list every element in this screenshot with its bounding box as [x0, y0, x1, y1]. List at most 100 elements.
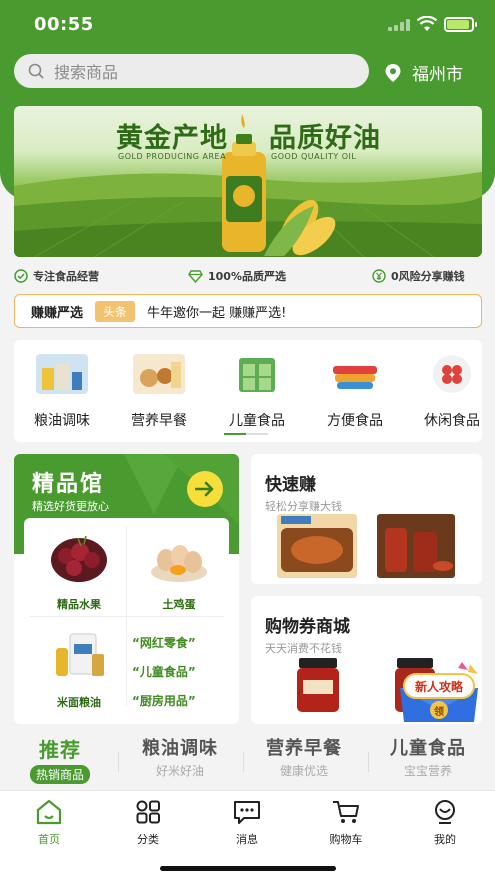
nav-home[interactable]: 首页 — [14, 799, 84, 847]
feature-item: 专注食品经营 — [14, 268, 99, 284]
battery-icon — [444, 17, 477, 32]
status-bar: 00:55 — [0, 0, 495, 50]
tab-recommend[interactable]: 推荐 热销商品 — [20, 734, 100, 784]
banner-field-image — [14, 114, 482, 257]
nav-label: 消息 — [236, 833, 258, 846]
tab-separator — [118, 752, 119, 772]
yen-circle-icon — [372, 269, 386, 283]
premium-title: 精品馆 — [32, 472, 105, 497]
tab-kids-food[interactable]: 儿童食品 宝宝营养 — [378, 734, 478, 779]
category-grid-icon — [136, 800, 160, 824]
premium-item-label: 精品水果 — [57, 598, 101, 611]
check-circle-icon — [14, 269, 28, 283]
nav-label: 购物车 — [329, 833, 363, 846]
tab-title: 推荐 — [39, 738, 81, 762]
diamond-icon — [188, 269, 203, 283]
quick-earn-card[interactable]: 快速赚 轻松分享赚大钱 — [251, 454, 482, 584]
product-image — [297, 658, 339, 712]
tab-title: 营养早餐 — [266, 738, 342, 759]
premium-item[interactable]: 米面粮油 — [28, 624, 130, 722]
tab-separator — [368, 752, 369, 772]
banner-title-right: 品质好油 — [269, 123, 381, 154]
tab-breakfast[interactable]: 营养早餐 健康优选 — [254, 734, 354, 779]
home-icon — [36, 799, 62, 825]
premium-item-label: 土鸡蛋 — [162, 598, 196, 611]
tab-subtitle: 好米好油 — [155, 764, 204, 778]
tab-grain-oil[interactable]: 粮油调味 好米好油 — [130, 734, 230, 779]
premium-quote[interactable]: “网红零食” — [132, 634, 232, 651]
coupon-mall-subtitle: 天天消费不花钱 — [265, 642, 342, 655]
category-item[interactable]: 方便食品 — [311, 354, 399, 430]
egg-image — [151, 545, 207, 582]
feature-item: 0风险分享赚钱 — [372, 268, 465, 284]
search-placeholder: 搜索商品 — [54, 63, 119, 82]
cart-icon — [333, 801, 359, 823]
profile-icon — [435, 800, 455, 824]
category-image — [333, 366, 377, 389]
tab-subtitle: 宝宝营养 — [403, 764, 452, 778]
notice-tag: 头条 — [95, 300, 136, 322]
category-image — [133, 354, 185, 394]
category-image — [239, 358, 275, 392]
premium-quote[interactable]: “儿童食品” — [132, 663, 232, 680]
category-scroll-track — [246, 433, 268, 435]
feature-label: 100%品质严选 — [208, 270, 286, 283]
tab-subtitle: 热销商品 — [29, 765, 90, 784]
location-selector[interactable]: 福州市 — [384, 60, 463, 85]
premium-quote[interactable]: “厨房用品” — [132, 692, 232, 709]
feature-strip: 专注食品经营 100%品质严选 0风险分享赚钱 — [14, 266, 484, 286]
snack-icon — [433, 355, 471, 393]
headline-notice[interactable]: 赚赚严选 头条 牛年邀你一起 赚赚严选! — [14, 294, 482, 328]
search-icon — [28, 63, 44, 79]
gift-claim-label: 领 — [434, 707, 444, 718]
category-label: 粮油调味 — [34, 413, 90, 429]
nav-category[interactable]: 分类 — [113, 799, 183, 847]
wifi-icon — [417, 16, 437, 31]
arrow-right-icon — [195, 481, 214, 497]
category-item[interactable]: 儿童食品 — [213, 354, 301, 430]
feature-label: 0风险分享赚钱 — [391, 270, 465, 283]
gift-label: 新人攻略 — [414, 680, 463, 694]
quick-earn-subtitle: 轻松分享赚大钱 — [265, 500, 342, 513]
tab-title: 儿童食品 — [390, 738, 466, 759]
feature-item: 100%品质严选 — [188, 268, 286, 284]
location-pin-icon — [385, 63, 401, 82]
message-icon — [234, 801, 260, 824]
category-row: 粮油调味 营养早餐 儿童食品 方便食品 休闲食品 — [14, 340, 482, 442]
premium-arrow-button[interactable] — [187, 471, 223, 507]
fruit-image — [51, 535, 107, 582]
category-label: 营养早餐 — [131, 413, 187, 429]
premium-quote-list: “网红零食” “儿童食品” “厨房用品” — [132, 634, 232, 721]
banner-subtitle-left: GOLD PRODUCING AREA — [118, 152, 227, 161]
nav-profile[interactable]: 我的 — [410, 799, 480, 847]
promo-banner[interactable]: 黄金产地 品质好油 GOLD PRODUCING AREA GOOD QUALI… — [14, 106, 482, 257]
newcomer-guide-button[interactable]: 新人攻略 领 — [396, 660, 482, 722]
notice-message: 牛年邀你一起 赚赚严选! — [147, 305, 287, 321]
status-time: 00:55 — [34, 14, 94, 35]
search-bar[interactable]: 搜索商品 — [14, 54, 369, 88]
category-item[interactable]: 粮油调味 — [18, 354, 106, 430]
banner-subtitle-right: GOOD QUALITY OIL — [271, 152, 357, 161]
cellular-signal-icon — [388, 19, 410, 31]
premium-item[interactable]: 土鸡蛋 — [128, 526, 230, 624]
category-item[interactable]: 营养早餐 — [115, 354, 203, 430]
premium-item[interactable]: 精品水果 — [28, 526, 130, 624]
nav-label: 首页 — [38, 833, 60, 846]
premium-hall-card[interactable]: 精品馆 精选好货更放心 精品水果 土鸡蛋 米面粮油 “网红零食” “儿童食品” … — [14, 454, 239, 724]
grain-oil-image — [56, 633, 104, 676]
feature-label: 专注食品经营 — [33, 270, 99, 283]
category-label: 儿童食品 — [229, 413, 285, 429]
feed-tabs: 推荐 热销商品 粮油调味 好米好油 营养早餐 健康优选 儿童食品 宝宝营养 — [0, 734, 495, 786]
category-image — [36, 354, 88, 394]
category-item[interactable]: 休闲食品 — [408, 354, 495, 430]
nav-label: 我的 — [434, 833, 456, 846]
tab-subtitle: 健康优选 — [279, 764, 328, 778]
tab-separator — [243, 752, 244, 772]
notice-title: 赚赚严选 — [31, 305, 84, 321]
banner-title-left: 黄金产地 — [116, 123, 228, 154]
category-scroll-indicator — [224, 433, 246, 435]
nav-cart[interactable]: 购物车 — [311, 799, 381, 847]
nav-messages[interactable]: 消息 — [212, 799, 282, 847]
quick-earn-title: 快速赚 — [265, 475, 316, 495]
product-image — [377, 514, 455, 578]
